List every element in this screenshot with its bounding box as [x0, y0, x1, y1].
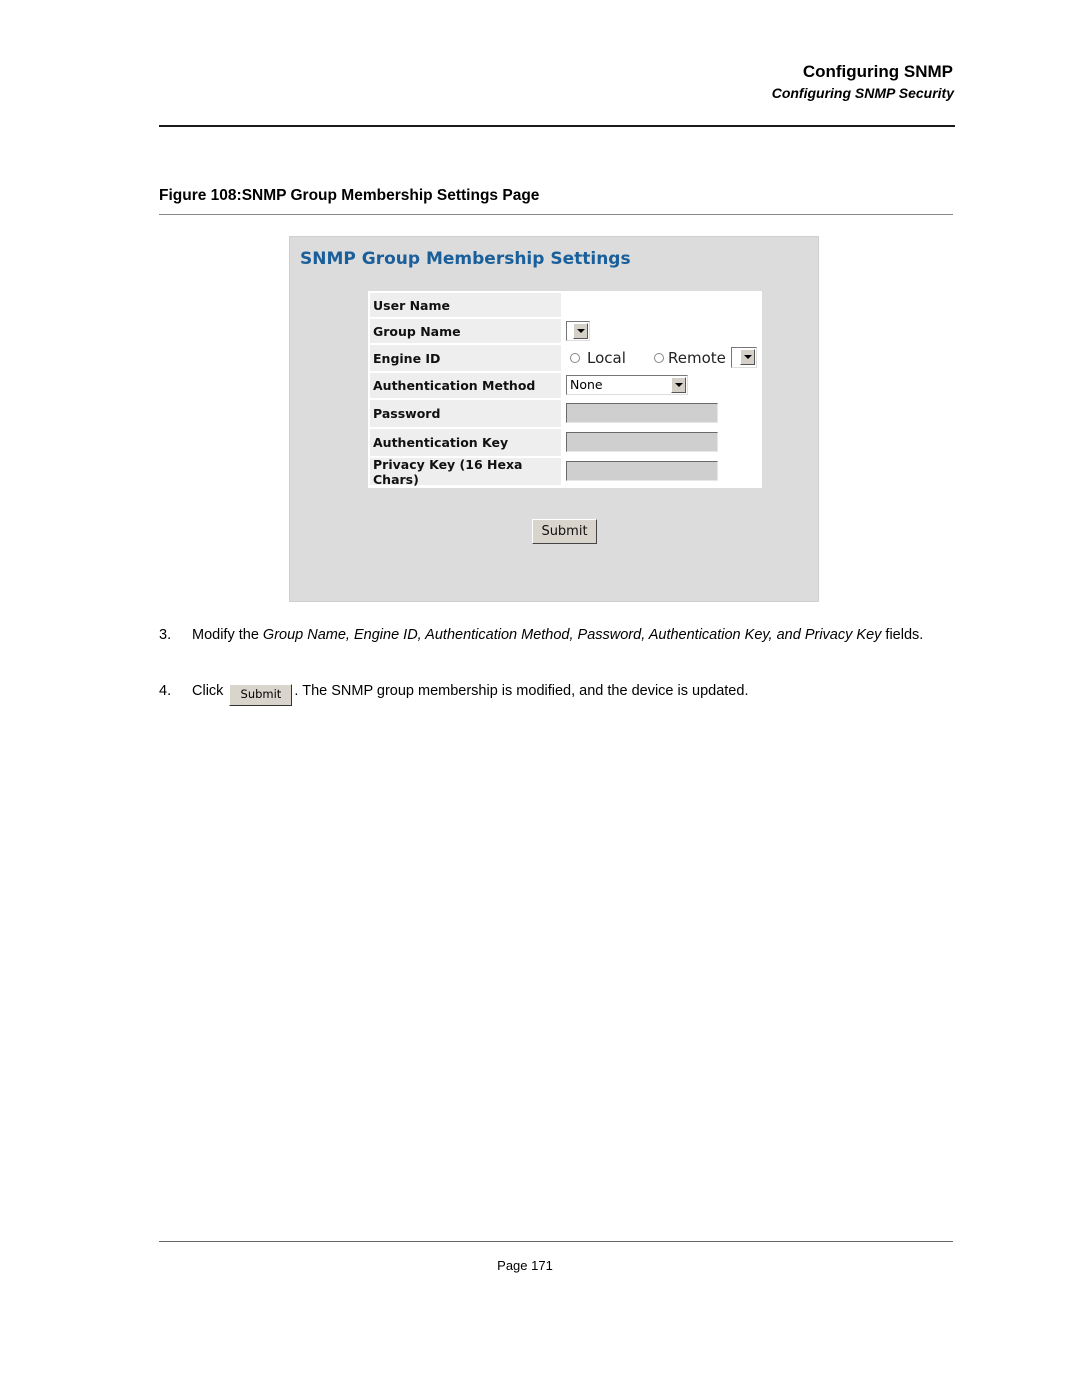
- user-name-value: [566, 293, 760, 317]
- step-text: Modify the Group Name, Engine ID, Authen…: [192, 626, 962, 645]
- section-title: Configuring SNMP Security: [771, 85, 954, 101]
- figure-divider: [159, 214, 953, 215]
- privacy-key-label: Privacy Key (16 Hexa Chars): [370, 457, 561, 487]
- user-name-row: User Name: [370, 293, 760, 317]
- page-number: Page 171: [497, 1258, 553, 1273]
- step-text: Click Submit. The SNMP group membership i…: [192, 682, 962, 706]
- auth-method-row: Authentication Method None: [370, 373, 760, 398]
- group-name-select[interactable]: [566, 321, 590, 341]
- submit-button[interactable]: Submit: [532, 519, 597, 544]
- engine-id-label: Engine ID: [370, 345, 561, 371]
- figure-caption: Figure 108:SNMP Group Membership Setting…: [159, 187, 540, 204]
- auth-method-select[interactable]: None: [566, 375, 688, 395]
- screen-title: SNMP Group Membership Settings: [300, 249, 631, 269]
- step-number: 3.: [159, 627, 172, 643]
- chapter-title: Configuring SNMP: [802, 62, 953, 81]
- chevron-down-icon[interactable]: [740, 349, 755, 365]
- snmp-group-membership-screenshot: SNMP Group Membership Settings User Name…: [289, 236, 819, 602]
- group-name-label: Group Name: [370, 319, 561, 343]
- step-suffix: fields.: [881, 627, 924, 643]
- step-prefix: Click: [192, 683, 224, 699]
- step-number: 4.: [159, 683, 172, 699]
- remote-option-label: Remote: [668, 349, 726, 367]
- auth-key-label: Authentication Key: [370, 429, 561, 456]
- footer-divider: [159, 1241, 953, 1242]
- password-label: Password: [370, 400, 561, 427]
- password-row: Password: [370, 400, 760, 427]
- privacy-key-input[interactable]: [566, 461, 718, 481]
- remote-engine-select[interactable]: [731, 347, 757, 368]
- header-divider: [159, 125, 955, 127]
- engine-id-remote-radio[interactable]: Remote: [654, 349, 726, 367]
- step-prefix: Modify the: [192, 627, 263, 643]
- privacy-key-row: Privacy Key (16 Hexa Chars): [370, 457, 760, 487]
- engine-id-local-radio[interactable]: Local: [570, 349, 626, 367]
- chevron-down-icon[interactable]: [671, 377, 686, 393]
- step-suffix: . The SNMP group membership is modified,…: [294, 683, 749, 699]
- password-input[interactable]: [566, 403, 718, 423]
- field-list: Group Name, Engine ID, Authentication Me…: [262, 627, 882, 643]
- auth-key-input[interactable]: [566, 432, 718, 452]
- settings-form: User Name Group Name Engine ID Local Rem: [368, 291, 762, 488]
- user-name-label: User Name: [370, 293, 561, 317]
- chevron-down-icon[interactable]: [573, 323, 588, 339]
- radio-icon[interactable]: [654, 353, 664, 363]
- auth-key-row: Authentication Key: [370, 429, 760, 456]
- auth-method-value: None: [570, 377, 603, 392]
- group-name-row: Group Name: [370, 319, 760, 343]
- engine-id-row: Engine ID Local Remote: [370, 345, 760, 371]
- local-option-label: Local: [587, 349, 626, 367]
- auth-method-label: Authentication Method: [370, 373, 561, 398]
- inline-submit-button-image: Submit: [229, 684, 293, 706]
- radio-icon[interactable]: [570, 353, 580, 363]
